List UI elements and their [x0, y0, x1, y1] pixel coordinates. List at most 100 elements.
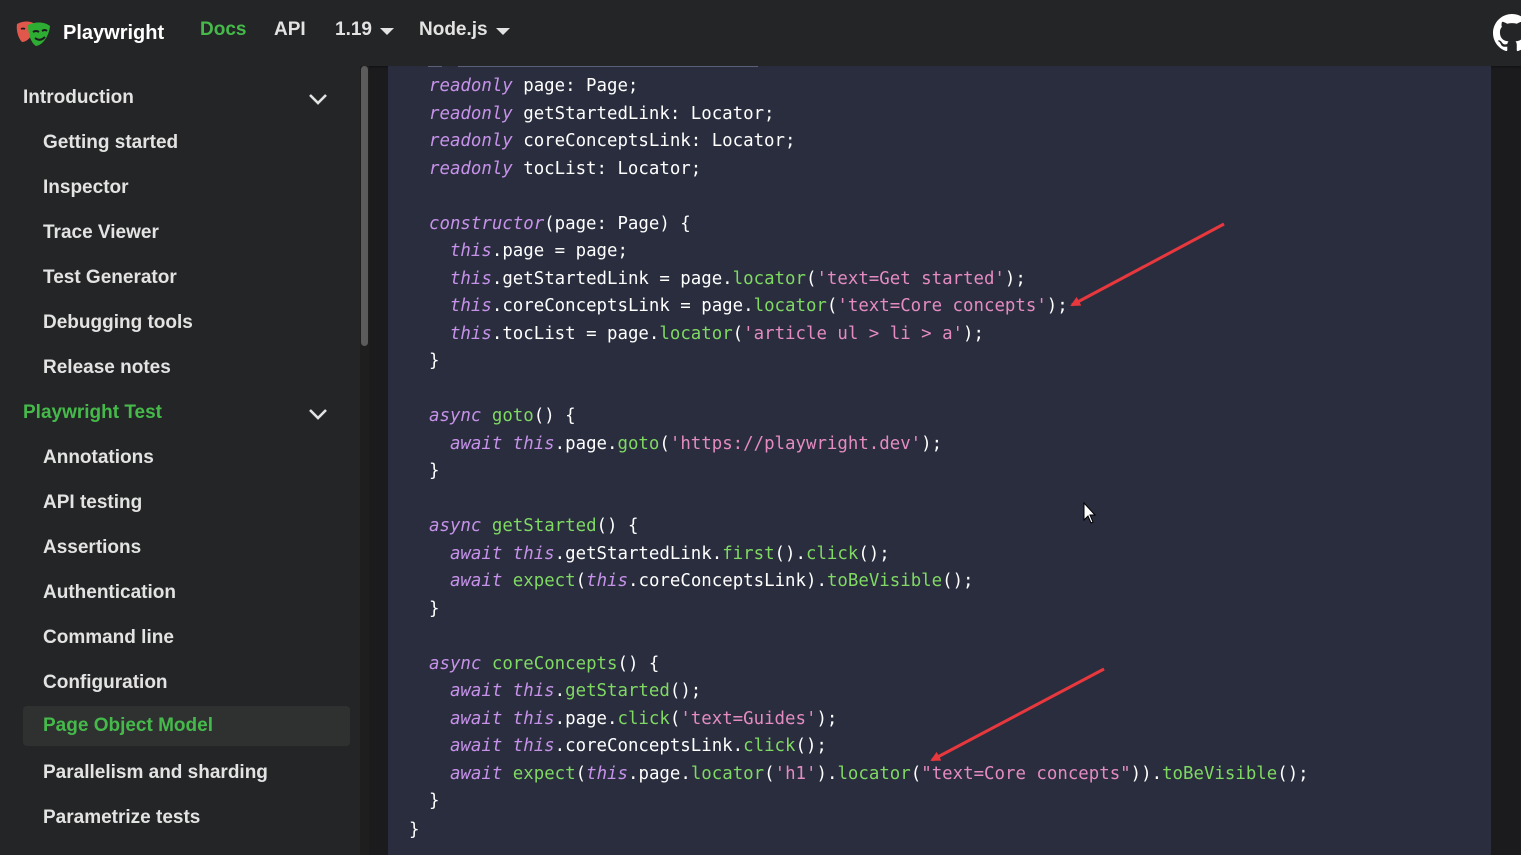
code-token: ();	[1277, 763, 1309, 784]
code-line: await this.getStartedLink.first().click(…	[429, 541, 890, 568]
sidebar-item-assertions[interactable]: Assertions	[23, 528, 350, 568]
code-token: expect	[512, 763, 576, 784]
code-token: .page = page;	[491, 241, 628, 261]
code-token: );	[1046, 296, 1068, 316]
code-token: 'text=Core concepts'	[837, 296, 1047, 316]
code-token: () {	[533, 406, 576, 426]
sidebar-category-label: Introduction	[23, 87, 134, 108]
sidebar-item-page-object-model[interactable]: Page Object Model	[23, 706, 350, 746]
code-token: (	[764, 763, 775, 784]
code-token: locator	[753, 296, 827, 316]
code-token: 'text=Get started'	[816, 268, 1005, 289]
code-token: getStartedLink: Locator;	[512, 103, 775, 124]
code-token: (page: Page) {	[544, 213, 691, 234]
code-token: await this	[449, 433, 555, 454]
github-icon[interactable]	[1493, 14, 1521, 52]
version-dropdown[interactable]: 1.19	[335, 19, 394, 41]
sidebar-item-parallelism-and-sharding[interactable]: Parallelism and sharding	[23, 753, 350, 793]
code-line: this.coreConceptsLink = page.locator('te…	[429, 293, 1068, 320]
brand-link[interactable]: Playwright	[14, 16, 164, 50]
partially-hidden-code-line	[428, 66, 758, 67]
code-token: await this	[449, 681, 555, 701]
code-token: click	[617, 708, 670, 729]
code-token: click	[805, 543, 859, 564]
language-dropdown[interactable]: Node.js	[419, 19, 510, 41]
code-token: goto	[491, 406, 534, 426]
docs-sidebar: Introduction Getting started Inspector T…	[0, 66, 360, 855]
code-line: await expect(this.page.locator('h1').loc…	[429, 761, 1309, 788]
code-token: async	[429, 516, 482, 536]
code-token: locator	[690, 763, 765, 784]
code-token: tocList: Locator;	[512, 158, 702, 179]
code-token: readonly	[429, 131, 513, 151]
code-line: await this.getStarted();	[429, 678, 701, 705]
code-token: (	[805, 268, 817, 289]
code-token: .coreConceptsLink = page.	[491, 296, 754, 316]
code-token: );	[1004, 268, 1026, 289]
code-token: toBeVisible	[1162, 763, 1278, 784]
code-token: readonly	[429, 158, 513, 179]
code-token: goto	[617, 433, 660, 454]
code-token: );	[921, 433, 943, 454]
nav-api-link[interactable]: API	[274, 19, 306, 41]
code-line: readonly tocList: Locator;	[429, 156, 701, 183]
sidebar-item-getting-started[interactable]: Getting started	[23, 123, 350, 163]
code-token: .getStartedLink = page.	[491, 268, 733, 289]
code-block: } readonly page: Page; readonly getStarte…	[388, 66, 1491, 855]
sidebar-category-introduction[interactable]: Introduction	[23, 78, 343, 118]
code-token: .coreConceptsLink).	[628, 571, 827, 591]
chevron-down-icon[interactable]	[307, 403, 329, 425]
sidebar-scrollbar-thumb[interactable]	[361, 66, 368, 346]
code-token: this	[586, 571, 628, 591]
code-token: .page.	[628, 763, 691, 784]
code-token: async	[429, 653, 482, 674]
sidebar-item-trace-viewer[interactable]: Trace Viewer	[23, 213, 350, 253]
sidebar-item-test-generator[interactable]: Test Generator	[23, 258, 350, 298]
code-token: await	[449, 763, 503, 784]
sidebar-item-api-testing[interactable]: API testing	[23, 483, 350, 523]
code-token: (	[732, 323, 744, 344]
code-token: readonly	[429, 76, 513, 96]
top-navbar: Playwright Docs API 1.19 Node.js	[0, 0, 1521, 66]
code-closing-brace: }	[409, 820, 420, 840]
sidebar-item-annotations[interactable]: Annotations	[23, 438, 350, 478]
sidebar-item-release-notes[interactable]: Release notes	[23, 348, 350, 388]
sidebar-item-configuration[interactable]: Configuration	[23, 663, 350, 703]
code-token: .page.	[554, 433, 618, 454]
code-token: async	[429, 406, 482, 426]
sidebar-category-playwright-test[interactable]: Playwright Test	[23, 393, 343, 433]
code-token: await	[449, 571, 503, 591]
code-line: this.getStartedLink = page.locator('text…	[429, 266, 1026, 293]
sidebar-item-parametrize-tests[interactable]: Parametrize tests	[23, 798, 350, 838]
code-token: }	[429, 461, 440, 481]
chevron-down-icon[interactable]	[307, 88, 329, 110]
code-token: 'https://playwright.dev'	[669, 433, 922, 454]
code-token: expect	[512, 571, 576, 591]
code-line: this.page = page;	[429, 238, 628, 265]
sidebar-item-inspector[interactable]: Inspector	[23, 168, 350, 208]
code-token: );	[816, 708, 838, 729]
code-token: () {	[617, 653, 660, 674]
code-token: this	[586, 763, 628, 784]
sidebar-item-debugging-tools[interactable]: Debugging tools	[23, 303, 350, 343]
code-token: () {	[596, 516, 639, 536]
code-line: async getStarted() {	[429, 513, 638, 540]
nav-docs-link[interactable]: Docs	[200, 19, 246, 41]
code-line: }	[429, 788, 439, 815]
sidebar-item-authentication[interactable]: Authentication	[23, 573, 350, 613]
sidebar-item-command-line[interactable]: Command line	[23, 618, 350, 658]
code-token: ).	[816, 763, 838, 784]
code-token: this	[449, 323, 492, 344]
code-token: ();	[858, 543, 890, 564]
code-token: .	[554, 681, 566, 701]
code-token: 'article ul > li > a'	[743, 323, 964, 344]
code-token: readonly	[429, 103, 513, 124]
